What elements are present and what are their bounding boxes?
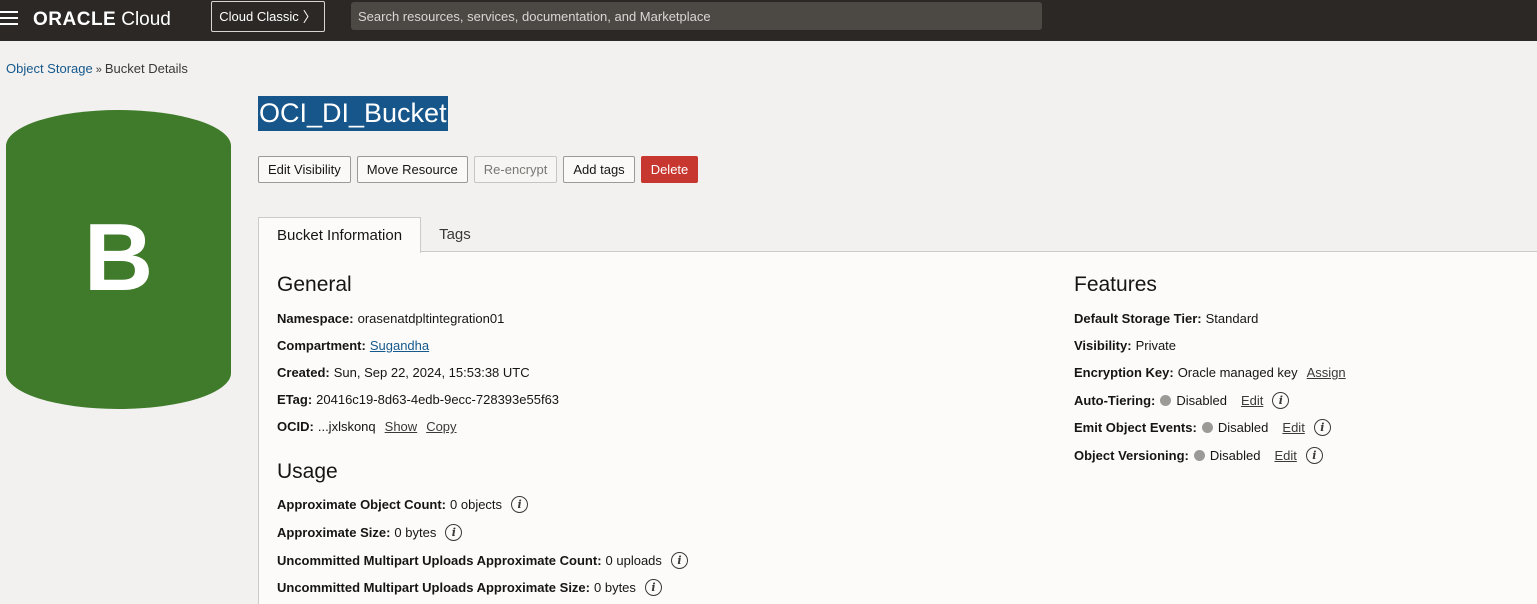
compartment-label: Compartment:: [277, 338, 366, 353]
status-dot-icon: [1201, 422, 1213, 433]
page-title: OCI_DI_Bucket: [258, 96, 448, 131]
ocid-value: ...jxlskonq: [317, 419, 376, 434]
ocid-label: OCID:: [277, 419, 314, 434]
breadcrumb-current: Bucket Details: [104, 61, 188, 76]
multipart-size-row: Uncommitted Multipart Uploads Approximat…: [277, 579, 662, 596]
top-bar: ORACLE Cloud Cloud Classic 〉: [0, 0, 1537, 41]
status-dot-icon: [1193, 450, 1205, 461]
versioning-row: Object Versioning: Disabled Edit i: [1074, 447, 1323, 464]
size-label: Approximate Size:: [277, 525, 391, 540]
visibility-row: Visibility: Private: [1074, 338, 1176, 353]
storage-tier-label: Default Storage Tier:: [1074, 311, 1202, 326]
size-row: Approximate Size: 0 bytes i: [277, 524, 463, 541]
oracle-cloud-logo[interactable]: ORACLE Cloud: [33, 9, 171, 31]
etag-row: ETag: 20416c19-8d63-4edb-9ecc-728393e55f…: [277, 392, 559, 407]
emit-events-label: Emit Object Events:: [1074, 420, 1197, 435]
auto-tiering-label: Auto-Tiering:: [1074, 393, 1156, 408]
multipart-count-value: 0 uploads: [605, 553, 662, 568]
auto-tiering-row: Auto-Tiering: Disabled Edit i: [1074, 392, 1290, 409]
usage-heading: Usage: [277, 460, 338, 483]
reencrypt-button[interactable]: Re-encrypt: [473, 156, 558, 183]
info-icon[interactable]: i: [670, 552, 688, 569]
features-heading: Features: [1074, 273, 1157, 296]
info-icon[interactable]: i: [1313, 419, 1331, 436]
breadcrumb-object-storage[interactable]: Object Storage: [6, 61, 93, 76]
emit-events-value: Disabled: [1217, 420, 1269, 435]
object-count-row: Approximate Object Count: 0 objects i: [277, 496, 529, 513]
info-icon[interactable]: i: [644, 579, 662, 596]
ocid-row: OCID: ...jxlskonq Show Copy: [277, 419, 457, 434]
multipart-size-value: 0 bytes: [594, 580, 636, 595]
add-tags-button[interactable]: Add tags: [563, 156, 635, 183]
edit-visibility-button[interactable]: Edit Visibility: [258, 156, 351, 183]
logo-product: Cloud: [121, 9, 171, 30]
created-label: Created:: [277, 365, 330, 380]
info-icon[interactable]: i: [511, 496, 529, 513]
delete-button[interactable]: Delete: [640, 156, 699, 183]
breadcrumb-separator: »: [95, 64, 102, 76]
bucket-icon: B: [6, 110, 231, 409]
chevron-right-icon: 〉: [302, 8, 317, 25]
tab-tags[interactable]: Tags: [421, 217, 489, 252]
compartment-link[interactable]: Sugandha: [370, 338, 429, 353]
bucket-icon-letter: B: [83, 203, 154, 311]
object-count-value: 0 objects: [450, 497, 503, 512]
info-icon[interactable]: i: [1272, 392, 1290, 409]
search-input[interactable]: [351, 2, 1042, 30]
bucket-information-panel: General Namespace: orasenatdpltintegrati…: [258, 251, 1537, 604]
versioning-label: Object Versioning:: [1074, 448, 1189, 463]
info-icon[interactable]: i: [445, 524, 463, 541]
cloud-classic-label: Cloud Classic: [219, 9, 299, 24]
ocid-show-link[interactable]: Show: [385, 419, 418, 434]
compartment-row: Compartment: Sugandha: [277, 338, 429, 353]
storage-tier-row: Default Storage Tier: Standard: [1074, 311, 1258, 326]
encryption-label: Encryption Key:: [1074, 365, 1174, 380]
multipart-size-label: Uncommitted Multipart Uploads Approximat…: [277, 580, 590, 595]
move-resource-button[interactable]: Move Resource: [356, 156, 468, 183]
emit-events-edit-link[interactable]: Edit: [1282, 420, 1304, 435]
auto-tiering-value: Disabled: [1176, 393, 1227, 408]
tab-bar: Bucket Information Tags: [258, 217, 489, 253]
action-bar: Edit Visibility Move Resource Re-encrypt…: [258, 156, 704, 183]
encryption-value: Oracle managed key: [1177, 365, 1298, 380]
etag-value: 20416c19-8d63-4edb-9ecc-728393e55f63: [316, 392, 560, 407]
namespace-label: Namespace:: [277, 311, 354, 326]
etag-label: ETag:: [277, 392, 313, 407]
object-count-label: Approximate Object Count:: [277, 497, 447, 512]
created-value: Sun, Sep 22, 2024, 15:53:38 UTC: [333, 365, 530, 380]
namespace-value: orasenatdpltintegration01: [357, 311, 505, 326]
ocid-copy-link[interactable]: Copy: [426, 419, 456, 434]
emit-events-row: Emit Object Events: Disabled Edit i: [1074, 419, 1331, 436]
encryption-row: Encryption Key: Oracle managed key Assig…: [1074, 365, 1346, 380]
auto-tiering-edit-link[interactable]: Edit: [1241, 393, 1263, 408]
versioning-value: Disabled: [1209, 448, 1261, 463]
versioning-edit-link[interactable]: Edit: [1274, 448, 1296, 463]
status-dot-icon: [1160, 395, 1172, 406]
visibility-label: Visibility:: [1074, 338, 1132, 353]
size-value: 0 bytes: [394, 525, 437, 540]
info-icon[interactable]: i: [1305, 447, 1323, 464]
multipart-count-label: Uncommitted Multipart Uploads Approximat…: [277, 553, 602, 568]
hamburger-menu-icon[interactable]: [0, 10, 18, 26]
assign-link[interactable]: Assign: [1307, 365, 1346, 380]
namespace-row: Namespace: orasenatdpltintegration01: [277, 311, 504, 326]
cloud-classic-button[interactable]: Cloud Classic 〉: [211, 1, 325, 32]
created-row: Created: Sun, Sep 22, 2024, 15:53:38 UTC: [277, 365, 530, 380]
general-heading: General: [277, 273, 352, 296]
logo-brand: ORACLE: [33, 9, 117, 30]
visibility-value: Private: [1135, 338, 1177, 353]
tab-bucket-information[interactable]: Bucket Information: [258, 217, 422, 253]
storage-tier-value: Standard: [1205, 311, 1259, 326]
multipart-count-row: Uncommitted Multipart Uploads Approximat…: [277, 552, 688, 569]
breadcrumb: Object Storage» Bucket Details: [6, 61, 188, 76]
